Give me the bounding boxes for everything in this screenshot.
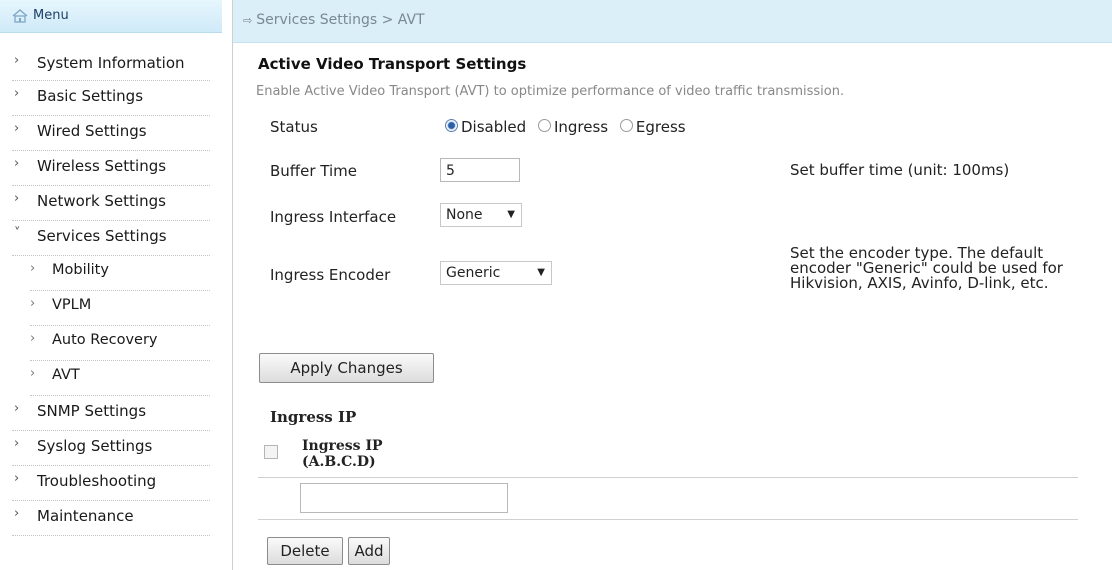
ingress-encoder-label: Ingress Encoder — [270, 266, 391, 284]
delete-button[interactable]: Delete — [267, 537, 343, 565]
chevron-right-icon: › — [14, 121, 20, 136]
submenu-item-mobility[interactable]: › Mobility — [30, 256, 210, 291]
breadcrumb-bar: ⇨ Services Settings > AVT — [233, 0, 1112, 43]
menu-item-system-information[interactable]: › System Information — [12, 48, 210, 81]
menu-item-label: VPLM — [52, 297, 92, 313]
menu-item-wired-settings[interactable]: › Wired Settings — [12, 116, 210, 151]
menu-item-services-settings[interactable]: ˅ Services Settings — [12, 221, 210, 256]
menu-item-label: Maintenance — [37, 507, 134, 525]
select-value: Generic — [446, 265, 501, 281]
add-button[interactable]: Add — [348, 537, 390, 565]
menu-item-syslog-settings[interactable]: › Syslog Settings — [12, 431, 210, 466]
breadcrumb: ⇨ Services Settings > AVT — [243, 12, 425, 28]
sidebar: Menu › System Information › Basic Settin… — [0, 0, 222, 570]
chevron-right-icon: › — [14, 506, 20, 521]
ingress-ip-column-header: Ingress IP (A.B.C.D) — [302, 438, 383, 470]
table-divider — [258, 519, 1078, 520]
chevron-right-icon: › — [14, 436, 20, 451]
menu-item-label: Troubleshooting — [37, 472, 157, 490]
status-label: Status — [270, 118, 318, 136]
chevron-right-icon: › — [30, 366, 36, 381]
breadcrumb-text: Services Settings > AVT — [256, 12, 425, 28]
chevron-right-icon: › — [30, 296, 36, 311]
chevron-right-icon: › — [14, 86, 20, 101]
section-description: Enable Active Video Transport (AVT) to o… — [256, 84, 845, 99]
radio-checked-icon — [445, 119, 458, 132]
chevron-right-icon: › — [14, 191, 20, 206]
menu-item-label: AVT — [52, 367, 80, 383]
menu-item-label: SNMP Settings — [37, 402, 147, 420]
chevron-right-icon: › — [14, 53, 20, 68]
column-header-line1: Ingress IP — [302, 438, 383, 454]
table-divider — [258, 477, 1078, 478]
menu-item-label: Wired Settings — [37, 122, 147, 140]
ingress-encoder-select[interactable]: Generic ▼ — [440, 261, 552, 285]
status-radio-egress[interactable]: Egress — [619, 118, 686, 136]
chevron-right-icon: › — [14, 471, 20, 486]
home-icon — [12, 9, 28, 23]
menu-item-label: Mobility — [52, 262, 109, 278]
section-title: Active Video Transport Settings — [258, 55, 527, 73]
radio-label: Egress — [635, 118, 686, 136]
ingress-ip-select-all-checkbox[interactable] — [264, 445, 278, 459]
ingress-encoder-note-3: Hikvision, AXIS, Avinfo, D-link, etc. — [790, 274, 1049, 292]
ingress-ip-input[interactable] — [300, 483, 508, 513]
menu-item-troubleshooting[interactable]: › Troubleshooting — [12, 466, 210, 501]
menu-item-label: Services Settings — [37, 227, 167, 245]
radio-label: Disabled — [461, 118, 527, 136]
menu-header: Menu — [0, 0, 222, 33]
submenu-item-vplm[interactable]: › VPLM — [30, 291, 210, 326]
menu-item-label: System Information — [37, 54, 185, 72]
status-radio-ingress[interactable]: Ingress — [537, 118, 609, 136]
ingress-interface-label: Ingress Interface — [270, 208, 397, 226]
submenu-item-auto-recovery[interactable]: › Auto Recovery — [30, 326, 210, 361]
menu-list: › System Information › Basic Settings › … — [0, 48, 222, 536]
apply-changes-button[interactable]: Apply Changes — [259, 353, 434, 383]
menu-item-label: Basic Settings — [37, 87, 144, 105]
chevron-right-icon: › — [14, 156, 20, 171]
radio-label: Ingress — [553, 118, 609, 136]
menu-item-label: Wireless Settings — [37, 157, 167, 175]
arrow-right-icon: ⇨ — [243, 14, 253, 27]
radio-unchecked-icon — [619, 119, 633, 132]
ingress-interface-select[interactable]: None ▼ — [440, 203, 522, 227]
menu-title: Menu — [33, 8, 69, 23]
chevron-right-icon: › — [30, 331, 36, 346]
menu-item-wireless-settings[interactable]: › Wireless Settings — [12, 151, 210, 186]
menu-item-label: Auto Recovery — [52, 332, 158, 348]
chevron-right-icon: › — [14, 401, 20, 416]
chevron-right-icon: › — [30, 261, 36, 276]
menu-item-network-settings[interactable]: › Network Settings — [12, 186, 210, 221]
submenu-item-avt[interactable]: › AVT — [30, 361, 210, 396]
select-value: None — [446, 207, 483, 223]
radio-unchecked-icon — [537, 119, 551, 132]
menu-item-basic-settings[interactable]: › Basic Settings — [12, 81, 210, 116]
status-radio-group: Disabled Ingress Egress — [445, 118, 693, 136]
ingress-ip-title: Ingress IP — [270, 408, 357, 426]
menu-item-snmp-settings[interactable]: › SNMP Settings — [12, 396, 210, 431]
buffer-time-note: Set buffer time (unit: 100ms) — [790, 161, 1010, 179]
menu-item-maintenance[interactable]: › Maintenance — [12, 501, 210, 536]
chevron-down-icon: ˅ — [14, 226, 21, 241]
caret-down-icon: ▼ — [537, 267, 545, 278]
sidebar-divider — [232, 0, 233, 570]
column-header-line2: (A.B.C.D) — [302, 454, 376, 470]
status-radio-disabled[interactable]: Disabled — [445, 118, 526, 136]
menu-item-label: Syslog Settings — [37, 437, 153, 455]
caret-down-icon: ▼ — [507, 209, 515, 220]
menu-item-label: Network Settings — [37, 192, 166, 210]
buffer-time-label: Buffer Time — [270, 162, 358, 180]
buffer-time-input[interactable]: 5 — [440, 158, 520, 182]
